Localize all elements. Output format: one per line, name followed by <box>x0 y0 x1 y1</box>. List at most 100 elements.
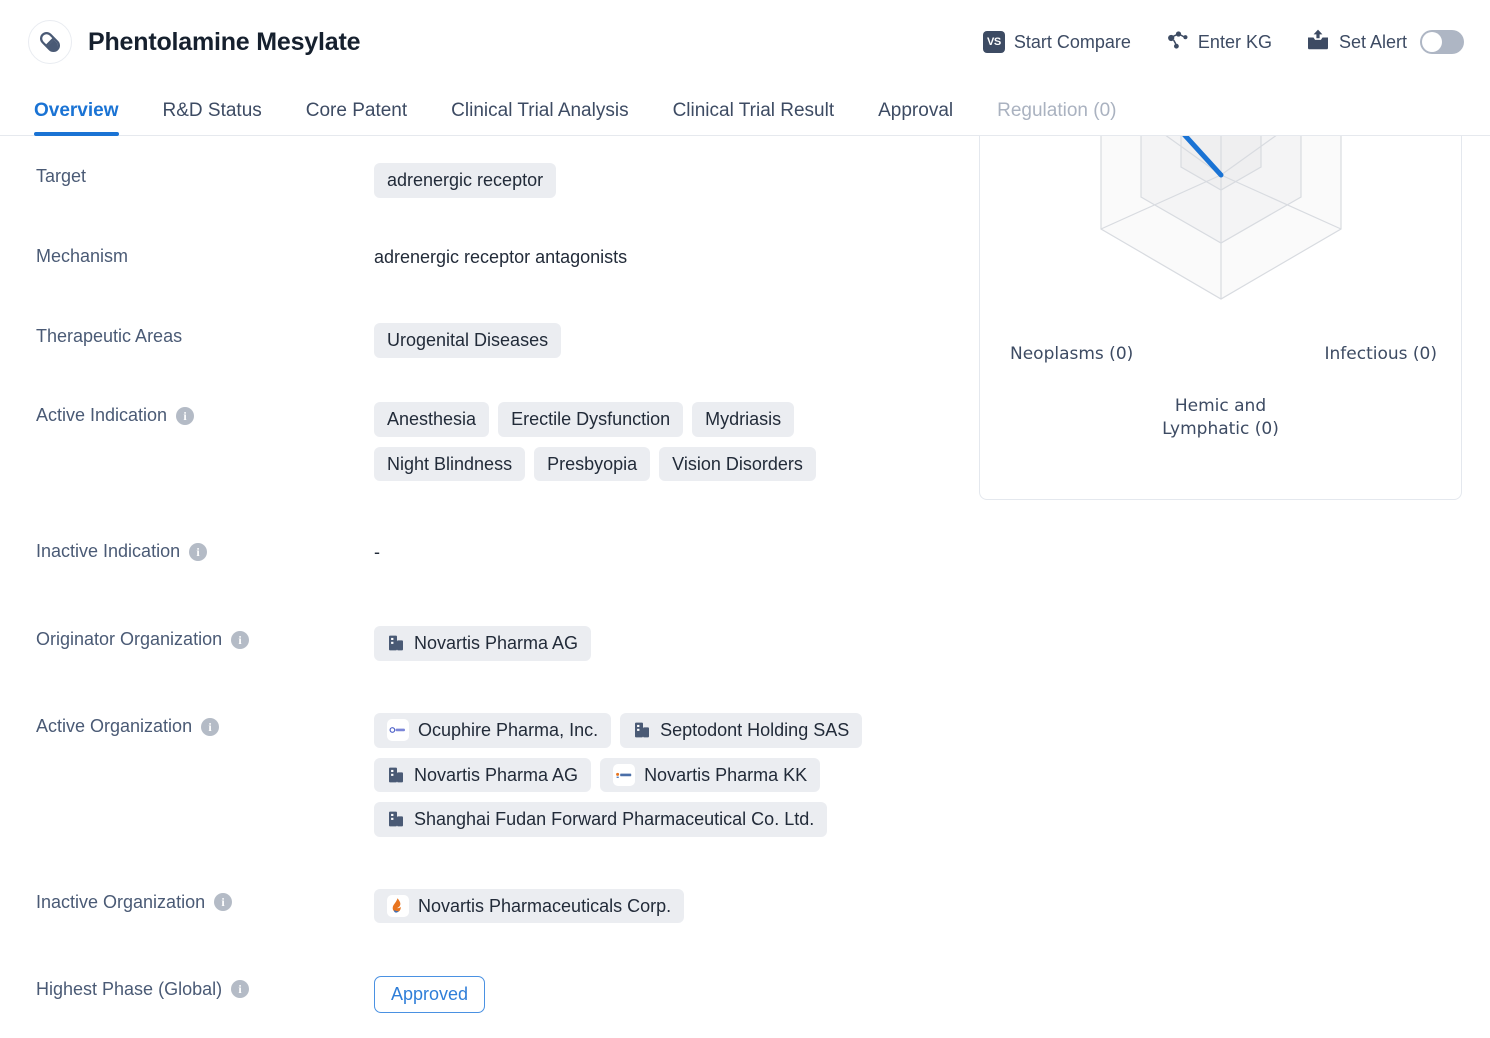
enter-kg-button[interactable]: Enter KG <box>1165 29 1272 56</box>
knowledge-graph-icon <box>1165 29 1189 56</box>
field-row-inactive-organization: Inactive Organization i Novartis Pharmac… <box>0 888 975 928</box>
set-alert-label: Set Alert <box>1339 32 1407 53</box>
mechanism-value: adrenergic receptor antagonists <box>374 243 627 269</box>
tab-overview[interactable]: Overview <box>28 100 141 135</box>
tab-approval-label: Approval <box>878 100 953 121</box>
field-value-active-organization: Ocuphire Pharma, Inc. Septodont Holding … <box>374 712 934 837</box>
inactive-indication-value: - <box>374 538 380 564</box>
set-alert-toggle[interactable] <box>1420 30 1464 54</box>
field-label-therapeutic-areas: Therapeutic Areas <box>36 322 374 348</box>
tab-overview-label: Overview <box>34 100 119 121</box>
originator-organization-label-text: Originator Organization <box>36 629 222 651</box>
drug-detail-page: Phentolamine Mesylate VS Start Compare <box>0 0 1490 1038</box>
field-label-mechanism: Mechanism <box>36 242 374 268</box>
tag-organization[interactable]: Novartis Pharma AG <box>374 758 591 793</box>
overview-field-list: Target adrenergic receptor Mechanism adr… <box>0 136 975 1038</box>
highest-phase-label-text: Highest Phase (Global) <box>36 979 222 1001</box>
tag-indication[interactable]: Erectile Dysfunction <box>498 402 683 437</box>
novartis-flame-logo-icon <box>387 895 409 917</box>
novartis-logo-icon <box>613 764 635 786</box>
pill-capsule-icon <box>28 20 72 64</box>
field-row-highest-phase: Highest Phase (Global) i Approved <box>0 975 975 1015</box>
field-row-therapeutic-areas: Therapeutic Areas Urogenital Diseases <box>0 322 975 362</box>
overview-panel: Target adrenergic receptor Mechanism adr… <box>0 136 1490 1038</box>
building-icon <box>633 721 651 739</box>
tab-clinical-trial-result-label: Clinical Trial Result <box>673 100 835 121</box>
info-icon[interactable]: i <box>231 631 249 649</box>
set-alert-button[interactable]: Set Alert <box>1306 29 1464 56</box>
radar-chart <box>980 115 1462 500</box>
info-icon[interactable]: i <box>231 980 249 998</box>
start-compare-label: Start Compare <box>1014 32 1131 53</box>
field-label-active-indication: Active Indication i <box>36 401 374 427</box>
tag-indication[interactable]: Night Blindness <box>374 447 525 482</box>
building-icon <box>387 634 405 652</box>
field-value-target: adrenergic receptor <box>374 162 975 198</box>
tab-regulation-label: Regulation (0) <box>997 100 1116 121</box>
tag-organization[interactable]: Ocuphire Pharma, Inc. <box>374 713 611 748</box>
field-row-active-indication: Active Indication i Anesthesia Erectile … <box>0 401 975 481</box>
tab-core-patent[interactable]: Core Patent <box>284 100 429 135</box>
tab-clinical-trial-analysis-label: Clinical Trial Analysis <box>451 100 628 121</box>
radar-label-hemic-line2: Lymphatic (0) <box>1162 419 1279 439</box>
tag-indication[interactable]: Mydriasis <box>692 402 794 437</box>
field-label-inactive-organization: Inactive Organization i <box>36 888 374 914</box>
field-row-originator-organization: Originator Organization i Novartis Pharm… <box>0 625 975 665</box>
info-icon[interactable]: i <box>214 893 232 911</box>
radar-label-hemic-lymphatic: Hemic and Lymphatic (0) <box>980 395 1461 441</box>
start-compare-button[interactable]: VS Start Compare <box>983 31 1131 53</box>
tab-rd-status[interactable]: R&D Status <box>141 100 284 135</box>
organization-name: Novartis Pharma AG <box>414 764 578 787</box>
tab-clinical-trial-analysis[interactable]: Clinical Trial Analysis <box>429 100 650 135</box>
field-value-inactive-indication: - <box>374 537 975 564</box>
field-label-active-organization: Active Organization i <box>36 712 374 738</box>
info-icon[interactable]: i <box>201 718 219 736</box>
tag-indication[interactable]: Anesthesia <box>374 402 489 437</box>
inactive-organization-label-text: Inactive Organization <box>36 892 205 914</box>
tab-core-patent-label: Core Patent <box>306 100 407 121</box>
enter-kg-label: Enter KG <box>1198 32 1272 53</box>
tab-rd-status-label: R&D Status <box>163 100 262 121</box>
field-value-therapeutic-areas: Urogenital Diseases <box>374 322 975 358</box>
radar-label-hemic-line1: Hemic and <box>1175 396 1266 416</box>
field-value-active-indication: Anesthesia Erectile Dysfunction Mydriasi… <box>374 401 894 481</box>
field-row-inactive-indication: Inactive Indication i - <box>0 537 975 577</box>
tag-target[interactable]: adrenergic receptor <box>374 163 556 198</box>
tag-indication[interactable]: Presbyopia <box>534 447 650 482</box>
tag-organization[interactable]: Novartis Pharma KK <box>600 758 820 793</box>
info-icon[interactable]: i <box>189 543 207 561</box>
vs-icon: VS <box>983 31 1005 53</box>
tag-indication[interactable]: Vision Disorders <box>659 447 816 482</box>
field-value-inactive-organization: Novartis Pharmaceuticals Corp. <box>374 888 975 924</box>
ocuphire-logo-icon <box>387 719 409 741</box>
tab-clinical-trial-result[interactable]: Clinical Trial Result <box>651 100 857 135</box>
tab-bar: Overview R&D Status Core Patent Clinical… <box>0 84 1490 136</box>
organization-name: Novartis Pharma KK <box>644 764 807 787</box>
field-row-target: Target adrenergic receptor <box>0 162 975 202</box>
active-organization-label-text: Active Organization <box>36 716 192 738</box>
organization-name: Novartis Pharma AG <box>414 632 578 655</box>
status-badge-approved[interactable]: Approved <box>374 976 485 1014</box>
inactive-indication-label-text: Inactive Indication <box>36 541 180 563</box>
organization-name: Shanghai Fudan Forward Pharmaceutical Co… <box>414 808 814 831</box>
tag-organization[interactable]: Septodont Holding SAS <box>620 713 862 748</box>
radar-label-infectious: Infectious (0) <box>1325 343 1437 366</box>
field-value-highest-phase: Approved <box>374 975 975 1014</box>
tag-organization[interactable]: Novartis Pharma AG <box>374 626 591 661</box>
tab-approval[interactable]: Approval <box>856 100 975 135</box>
organization-name: Ocuphire Pharma, Inc. <box>418 719 598 742</box>
info-icon[interactable]: i <box>176 407 194 425</box>
field-row-mechanism: Mechanism adrenergic receptor antagonist… <box>0 242 975 282</box>
field-label-highest-phase: Highest Phase (Global) i <box>36 975 374 1001</box>
tag-organization[interactable]: Shanghai Fudan Forward Pharmaceutical Co… <box>374 802 827 837</box>
field-value-mechanism: adrenergic receptor antagonists <box>374 242 975 269</box>
therapeutic-area-radar-card: Neoplasms (0) Infectious (0) Hemic and L… <box>979 114 1462 500</box>
tag-therapeutic-area[interactable]: Urogenital Diseases <box>374 323 561 358</box>
header-actions: VS Start Compare Enter KG <box>983 29 1472 56</box>
field-label-target: Target <box>36 162 374 188</box>
brand-block: Phentolamine Mesylate <box>28 20 360 64</box>
tag-organization[interactable]: Novartis Pharmaceuticals Corp. <box>374 889 684 924</box>
page-title: Phentolamine Mesylate <box>88 28 360 57</box>
building-icon <box>387 810 405 828</box>
building-icon <box>387 766 405 784</box>
